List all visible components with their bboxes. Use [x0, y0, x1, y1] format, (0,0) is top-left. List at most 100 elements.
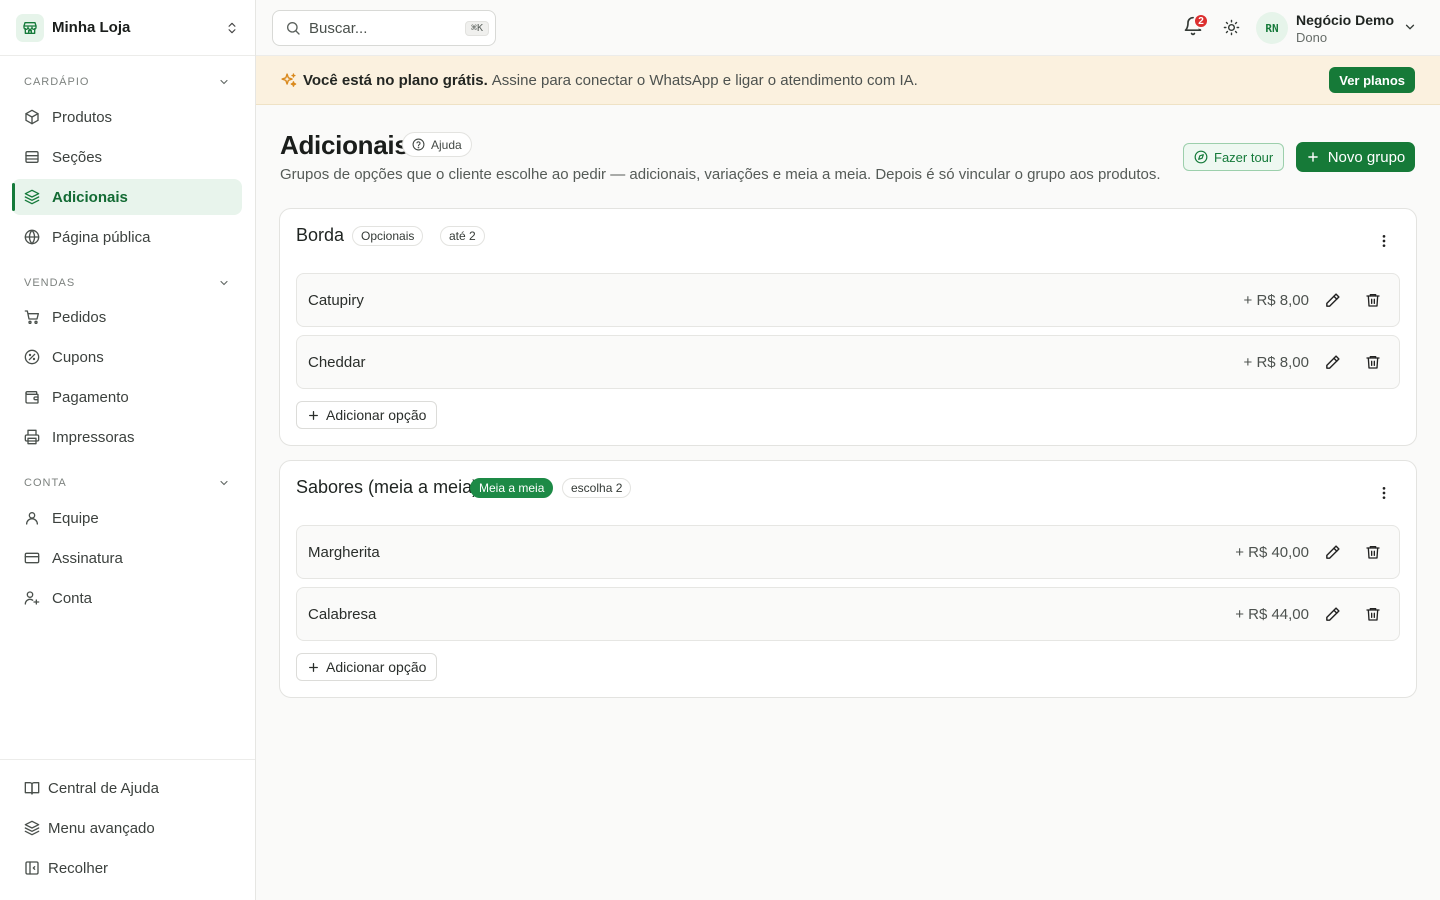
trash-icon — [1366, 294, 1380, 307]
banner-title: Você está no plano grátis. — [303, 71, 488, 89]
sidebar-item-pagina-publica[interactable]: Página pública — [12, 219, 242, 255]
option-price: + R$ 8,00 — [1243, 354, 1309, 371]
banner-text: Assine para conectar o WhatsApp e ligar … — [491, 71, 918, 89]
help-circle-icon — [412, 138, 425, 151]
compass-icon — [1194, 150, 1208, 164]
chevrons-up-down-icon — [225, 21, 239, 35]
chip-meia-a-meia: Meia a meia — [470, 478, 554, 498]
chip-limit: até 2 — [440, 226, 485, 246]
sidebar-item-adicionais[interactable]: Adicionais — [12, 179, 242, 215]
sidebar-item-assinatura[interactable]: Assinatura — [12, 540, 242, 576]
more-vertical-icon — [1382, 487, 1386, 499]
wallet-icon — [25, 391, 39, 404]
sidebar-item-produtos[interactable]: Produtos — [12, 99, 242, 135]
edit-button[interactable] — [1324, 544, 1341, 561]
search-input[interactable]: Buscar... ⌘K — [272, 10, 496, 46]
page-subtitle: Grupos de opções que o cliente escolhe a… — [280, 166, 1161, 183]
section-title: CARDÁPIO — [24, 76, 90, 88]
add-option-button[interactable]: Adicionar opção — [296, 653, 438, 681]
option-price: + R$ 40,00 — [1235, 544, 1309, 561]
sidebar-item-label: Assinatura — [52, 549, 123, 567]
add-option-label: Adicionar opção — [326, 407, 427, 423]
globe-icon — [24, 229, 40, 245]
sidebar-item-label: Conta — [52, 589, 93, 607]
chevron-down-icon — [1405, 24, 1415, 30]
store-switcher[interactable]: Minha Loja — [0, 0, 255, 56]
store-name: Minha Loja — [52, 19, 131, 36]
shortcut-badge: ⌘K — [464, 20, 489, 36]
delete-button[interactable] — [1365, 292, 1381, 308]
option-row: Calabresa + R$ 44,00 — [296, 587, 1400, 641]
sidebar-item-cupons[interactable]: Cupons — [12, 339, 242, 375]
search-icon — [287, 22, 300, 35]
trash-icon — [1366, 608, 1380, 621]
user-name[interactable]: Negócio Demo — [1296, 12, 1394, 28]
user-settings-icon — [24, 591, 40, 605]
sidebar: Minha Loja CARDÁPIO Produtos Seções Adic… — [0, 0, 256, 900]
chevron-down-icon — [220, 480, 228, 486]
sidebar-item-equipe[interactable]: Equipe — [12, 500, 242, 536]
search-placeholder: Buscar... — [309, 19, 368, 37]
collapse-icon — [25, 861, 39, 875]
help-button[interactable]: Ajuda — [402, 132, 472, 157]
sidebar-item-label: Pagamento — [52, 388, 129, 406]
nav-section-conta: CONTA Equipe Assinatura Conta — [12, 473, 242, 616]
section-header-cardapio[interactable]: CARDÁPIO — [12, 72, 242, 92]
sidebar-item-impressoras[interactable]: Impressoras — [12, 419, 242, 455]
option-name: Margherita — [308, 544, 380, 561]
pencil-icon — [1326, 355, 1340, 369]
group-menu-button[interactable] — [1376, 485, 1392, 501]
user-role: Dono — [1296, 30, 1328, 45]
group-title: Borda — [296, 225, 345, 245]
chevron-down-icon — [220, 280, 228, 286]
delete-button[interactable] — [1365, 354, 1381, 370]
section-title: CONTA — [24, 477, 67, 489]
tour-button[interactable]: Fazer tour — [1183, 143, 1285, 171]
avatar[interactable]: RN — [1256, 12, 1288, 44]
list-icon — [25, 151, 39, 163]
edit-button[interactable] — [1324, 292, 1341, 309]
sidebar-item-pedidos[interactable]: Pedidos — [12, 299, 242, 335]
group-card-borda: Borda Opcionais até 2 Catupiry + R$ 8,00… — [279, 208, 1417, 446]
section-header-conta[interactable]: CONTA — [12, 473, 242, 493]
sidebar-footer: Central de Ajuda Menu avançado Recolher — [0, 759, 255, 900]
store-icon — [16, 13, 44, 42]
sidebar-item-recolher[interactable]: Recolher — [12, 850, 243, 886]
theme-toggle-button[interactable] — [1223, 19, 1240, 36]
sidebar-item-pagamento[interactable]: Pagamento — [12, 379, 242, 415]
user-icon — [26, 512, 38, 525]
option-name: Calabresa — [308, 606, 377, 623]
user-menu-chevron[interactable] — [1403, 20, 1417, 34]
notification-count-badge: 2 — [1193, 13, 1209, 29]
view-plans-button[interactable]: Ver planos — [1329, 67, 1415, 93]
option-price: + R$ 44,00 — [1235, 606, 1309, 623]
delete-button[interactable] — [1365, 544, 1381, 560]
delete-button[interactable] — [1365, 606, 1381, 622]
add-option-button[interactable]: Adicionar opção — [296, 401, 438, 429]
edit-button[interactable] — [1324, 606, 1341, 623]
add-option-label: Adicionar opção — [326, 659, 427, 675]
chevron-down-icon — [220, 79, 228, 85]
pencil-icon — [1326, 545, 1340, 559]
sidebar-item-label: Menu avançado — [48, 819, 155, 837]
trash-icon — [1366, 546, 1380, 559]
sidebar-item-menu-avancado[interactable]: Menu avançado — [12, 810, 243, 846]
sidebar-item-secoes[interactable]: Seções — [12, 139, 242, 175]
plus-icon — [309, 410, 318, 420]
option-row: Catupiry + R$ 8,00 — [296, 273, 1400, 327]
group-menu-button[interactable] — [1376, 233, 1392, 249]
layers-icon — [24, 820, 40, 836]
sun-icon — [1223, 19, 1240, 36]
new-group-label: Novo grupo — [1327, 148, 1406, 166]
option-name: Catupiry — [308, 292, 364, 309]
pencil-icon — [1326, 293, 1340, 307]
sidebar-item-label: Recolher — [48, 859, 109, 877]
new-group-button[interactable]: Novo grupo — [1296, 142, 1415, 172]
sidebar-item-conta[interactable]: Conta — [12, 580, 242, 616]
sidebar-item-label: Equipe — [52, 509, 99, 527]
sidebar-item-central-de-ajuda[interactable]: Central de Ajuda — [12, 770, 243, 806]
edit-button[interactable] — [1324, 354, 1341, 371]
topbar: Buscar... ⌘K 2 RN Negócio Demo Dono — [256, 0, 1440, 56]
section-header-vendas[interactable]: VENDAS — [12, 273, 242, 293]
pencil-icon — [1326, 607, 1340, 621]
